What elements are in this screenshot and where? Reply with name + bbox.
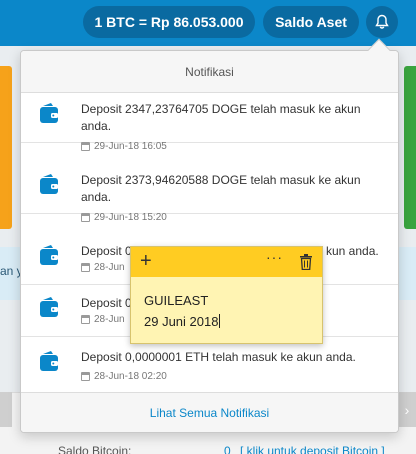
dropdown-title: Notifikasi [185,64,234,79]
sticky-note[interactable]: + ··· GUILEAST 29 Juni 2018 [130,246,323,344]
notification-date: 28-Jun [81,314,125,325]
calendar-icon [81,263,90,272]
bell-icon [375,14,389,29]
text-cursor [219,314,221,328]
notification-message: Deposit 0,0000001 ETH telah masuk ke aku… [81,350,356,364]
nav-right-arrow[interactable]: › [398,392,416,427]
notification-date: 28-Jun [81,262,125,273]
sticky-note-line-2-text: 29 Juni 2018 [144,314,219,329]
saldo-bitcoin-label: Saldo Bitcoin: [58,444,132,454]
saldo-bitcoin-row: Saldo Bitcoin: 0 [ klik untuk deposit Bi… [58,444,385,454]
trash-icon[interactable] [299,254,313,270]
see-all-label: Lihat Semua Notifikasi [149,405,270,420]
chevron-right-icon: › [404,401,410,418]
notification-message-tail: kun anda. [326,244,379,258]
dropdown-header: Notifikasi [21,51,398,93]
sticky-note-text-area[interactable]: GUILEAST 29 Juni 2018 [131,277,322,332]
wallet-icon [40,103,58,123]
notification-date-text: 28-Jun [94,262,125,273]
deposit-bitcoin-link[interactable]: [ klik untuk deposit Bitcoin ] [240,444,385,454]
wallet-icon [40,174,58,194]
notification-date-text: 29-Jun-18 15:20 [94,212,167,223]
notification-dropdown: Notifikasi Deposit 2347,23764705 DOGE te… [20,50,399,433]
calendar-icon [81,372,90,381]
top-bar: 1 BTC = Rp 86.053.000 Saldo Aset [0,0,416,46]
wallet-icon [40,351,58,371]
sticky-note-line-1: GUILEAST [144,293,209,308]
add-note-button[interactable]: + [140,251,152,271]
sticky-note-toolbar: + ··· [131,247,322,277]
notification-bell-button[interactable] [366,6,398,38]
saldo-bitcoin-value: 0 [224,444,231,454]
notification-item[interactable]: Deposit 2347,23764705 DOGE telah masuk k… [21,93,398,152]
wallet-icon [40,245,58,265]
saldo-aset-button[interactable]: Saldo Aset [263,6,359,38]
orange-card [0,66,12,229]
notification-item[interactable]: Deposit 0,0000001 ETH telah masuk ke aku… [21,341,398,393]
notification-message: Deposit 2347,23764705 DOGE telah masuk k… [81,102,361,133]
sticky-note-line-2: 29 Juni 2018 [144,311,322,332]
notification-date: 29-Jun-18 16:05 [81,141,167,152]
notification-date-text: 29-Jun-18 16:05 [94,141,167,152]
calendar-icon [81,213,90,222]
notification-date: 29-Jun-18 15:20 [81,212,167,223]
wallet-icon [40,297,58,317]
notification-date-text: 28-Jun [94,314,125,325]
calendar-icon [81,142,90,151]
nav-left-tab[interactable] [0,392,12,427]
green-card [404,66,416,229]
btc-rate-badge[interactable]: 1 BTC = Rp 86.053.000 [83,6,255,38]
notification-message: Deposit 2373,94620588 DOGE telah masuk k… [81,173,361,204]
see-all-notifications-link[interactable]: Lihat Semua Notifikasi [21,392,398,432]
notification-item[interactable]: Deposit 2373,94620588 DOGE telah masuk k… [21,164,398,223]
notification-date: 28-Jun-18 02:20 [81,371,167,382]
more-options-button[interactable]: ··· [266,249,283,265]
notification-date-text: 28-Jun-18 02:20 [94,371,167,382]
calendar-icon [81,315,90,324]
